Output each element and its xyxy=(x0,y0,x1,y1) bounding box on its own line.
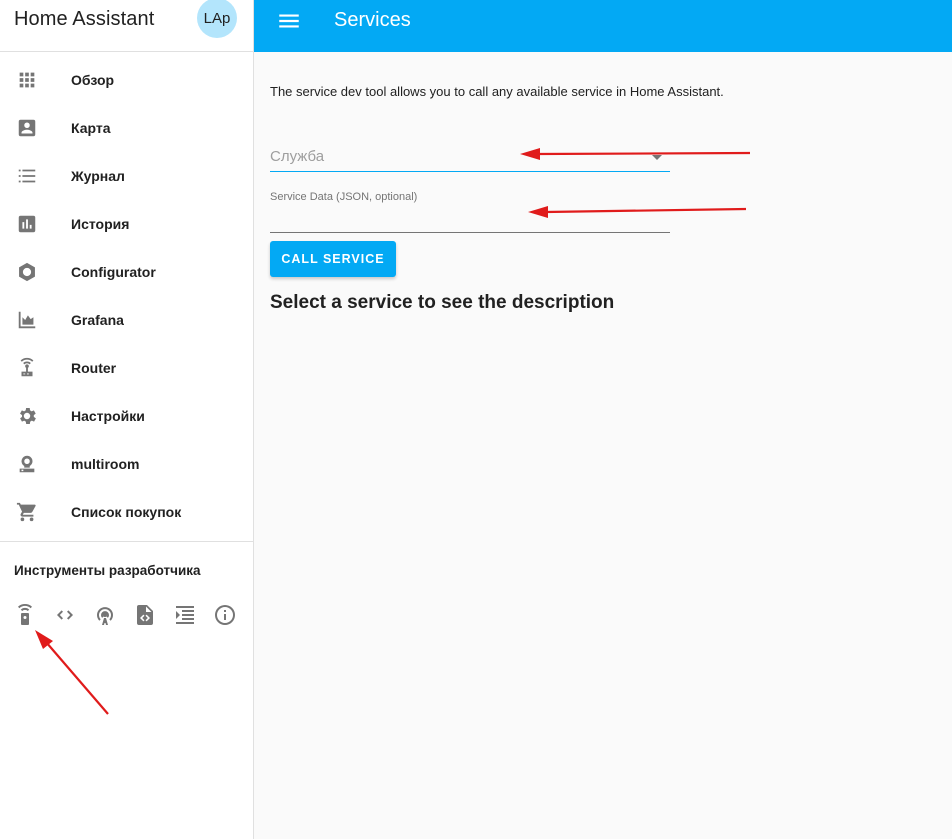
page-description: The service dev tool allows you to call … xyxy=(270,84,724,99)
sidebar-item-label: Обзор xyxy=(71,72,115,88)
menu-icon[interactable] xyxy=(276,8,304,36)
account-box-icon xyxy=(13,114,41,142)
main-content: The service dev tool allows you to call … xyxy=(254,52,952,839)
sidebar-item-router[interactable]: Router xyxy=(0,344,253,392)
sidebar-item-settings[interactable]: Настройки xyxy=(0,392,253,440)
speaker-icon xyxy=(13,450,41,478)
sidebar-item-label: Настройки xyxy=(71,408,145,424)
sidebar-item-multiroom[interactable]: multiroom xyxy=(0,440,253,488)
sidebar-item-label: Grafana xyxy=(71,312,124,328)
sidebar-item-label: Журнал xyxy=(71,168,125,184)
sidebar-item-label: multiroom xyxy=(71,456,140,472)
router-wireless-icon xyxy=(13,354,41,382)
hexagon-icon xyxy=(13,258,41,286)
gear-icon xyxy=(13,402,41,430)
service-data-field[interactable] xyxy=(270,207,670,233)
sidebar-item-label: Router xyxy=(71,360,117,376)
cart-icon xyxy=(13,498,41,526)
service-input[interactable] xyxy=(270,146,670,172)
sidebar-item-overview[interactable]: Обзор xyxy=(0,56,253,104)
call-service-button[interactable]: CALL SERVICE xyxy=(270,241,396,277)
dev-tools-bar xyxy=(13,600,253,630)
sidebar-divider xyxy=(0,541,254,542)
sidebar-item-grafana[interactable]: Grafana xyxy=(0,296,253,344)
app-toolbar: Services xyxy=(254,0,952,52)
page-title: Services xyxy=(334,9,411,31)
sidebar-item-configurator[interactable]: Configurator xyxy=(0,248,253,296)
code-tags-icon[interactable] xyxy=(53,600,93,630)
sidebar-item-label: Карта xyxy=(71,120,111,136)
sidebar: Home Assistant LAp Обзор Карта Журнал Ис… xyxy=(0,0,254,839)
sidebar-item-history[interactable]: История xyxy=(0,200,253,248)
service-data-label: Service Data (JSON, optional) xyxy=(270,191,418,203)
sidebar-header: Home Assistant LAp xyxy=(0,0,253,52)
info-circle-icon[interactable] xyxy=(213,600,253,630)
apps-grid-icon xyxy=(13,66,41,94)
file-code-icon[interactable] xyxy=(133,600,173,630)
area-chart-icon xyxy=(13,306,41,334)
radio-tower-icon[interactable] xyxy=(93,600,133,630)
remote-icon[interactable] xyxy=(13,600,53,630)
sidebar-nav: Обзор Карта Журнал История Configurator xyxy=(0,52,253,536)
sidebar-item-label: Configurator xyxy=(71,264,156,280)
list-icon xyxy=(13,162,41,190)
service-description-prompt: Select a service to see the description xyxy=(270,292,615,313)
sidebar-item-shopping-list[interactable]: Список покупок xyxy=(0,488,253,536)
user-avatar[interactable]: LAp xyxy=(197,0,237,38)
sidebar-item-map[interactable]: Карта xyxy=(0,104,253,152)
format-indent-icon[interactable] xyxy=(173,600,213,630)
chart-box-icon xyxy=(13,210,41,238)
chevron-down-icon[interactable] xyxy=(652,155,662,160)
sidebar-item-label: Список покупок xyxy=(71,504,182,520)
sidebar-item-logbook[interactable]: Журнал xyxy=(0,152,253,200)
app-title: Home Assistant xyxy=(14,8,155,30)
dev-tools-title: Инструменты разработчика xyxy=(14,563,201,578)
sidebar-item-label: История xyxy=(71,216,130,232)
